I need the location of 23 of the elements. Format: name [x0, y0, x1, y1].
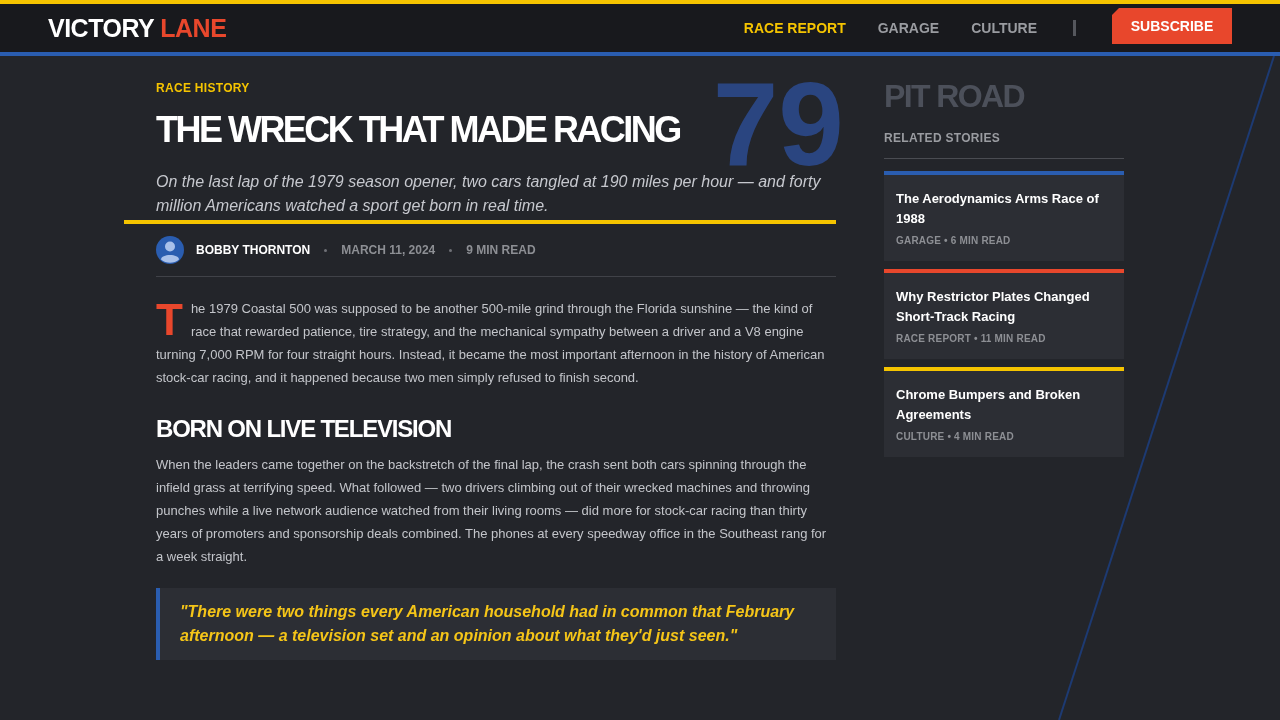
story-meta: GARAGE • 6 MIN READ	[896, 235, 1011, 247]
nav-link[interactable]: CULTURE	[971, 17, 1037, 39]
pull-quote: "There were two things every American household had in common that February afternoon — a television set and an opinion about what they'd just seen."	[156, 588, 836, 660]
nav-link[interactable]: RACE REPORT	[743, 17, 846, 39]
read-time: 9 MIN READ	[466, 242, 536, 259]
story-meta: CULTURE • 4 MIN READ	[896, 431, 1014, 443]
story-title-link[interactable]: The Aerodynamics Arms Race of 1988	[896, 189, 1112, 229]
site-logo[interactable]: VICTORY LANE	[48, 15, 227, 41]
category-label: RACE HISTORY	[156, 80, 250, 96]
author-name: BOBBY THORNTON	[196, 242, 311, 259]
nav-link[interactable]: GARAGE	[877, 17, 940, 39]
story-meta: RACE REPORT • 11 MIN READ	[896, 333, 1046, 345]
user-avatar-icon	[156, 236, 184, 264]
publish-date: MARCH 11, 2024	[341, 242, 436, 259]
article-title: THE WRECK THAT MADE RACING	[156, 108, 680, 152]
section-heading: BORN ON LIVE TELEVISION	[156, 414, 452, 444]
story-title-link[interactable]: Why Restrictor Plates Changed Short-Track Racing	[896, 287, 1112, 327]
article-standfirst: On the last lap of the 1979 season opener, two cars tangled at 190 miles per hour — and forty million Americans watched a sport get born in real time.	[156, 172, 822, 216]
backdrop-number: 79	[712, 80, 844, 169]
body-paragraph: When the leaders came together on the backstretch of the final lap, the crash sent both cars spinning through the infield grass at terrifying speed. What followed — two drivers climbing out of their wrecked machines and throwing punches while a live network audience watched from their living rooms — did more for stock-car racing than thirty years of promoters and sponsorship deals combined. The phones at every speedway office in the Southeast rang for a week straight.	[156, 456, 828, 566]
sidebar-subtitle: RELATED STORIES	[884, 130, 1001, 146]
subscribe-button[interactable]: SUBSCRIBE	[1112, 8, 1232, 44]
story-title-link[interactable]: Chrome Bumpers and Broken Agreements	[896, 385, 1112, 425]
